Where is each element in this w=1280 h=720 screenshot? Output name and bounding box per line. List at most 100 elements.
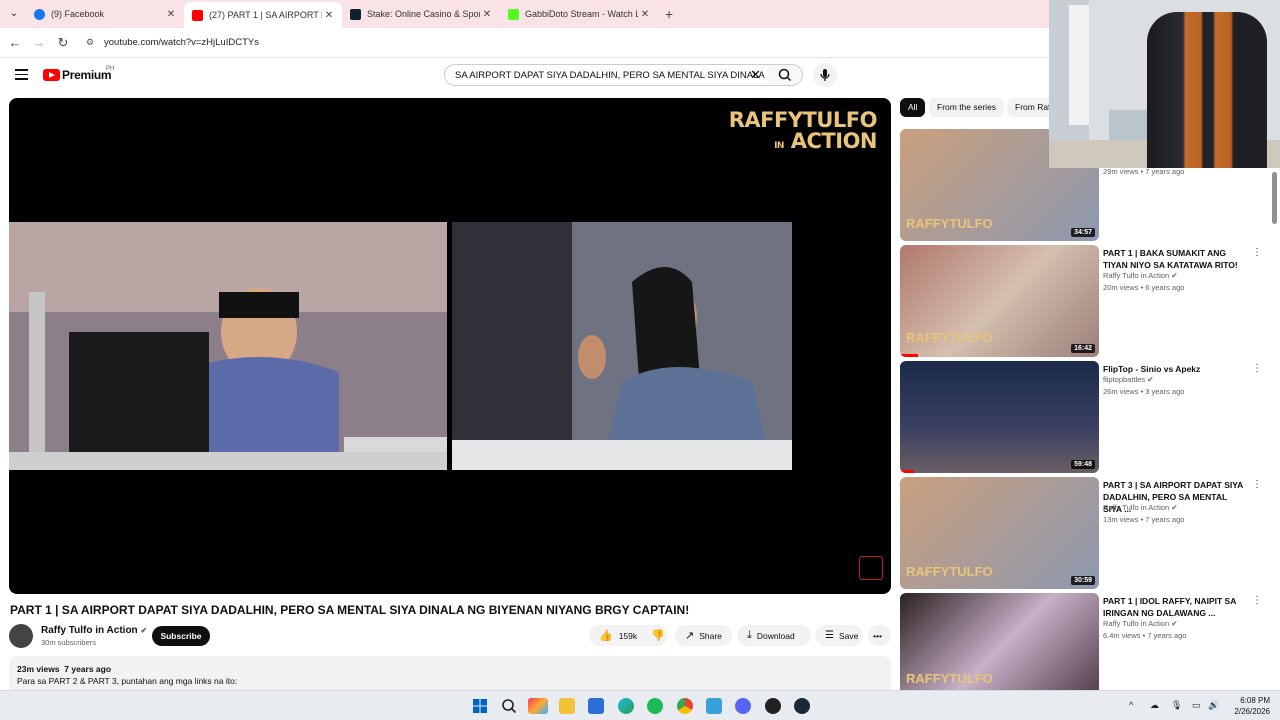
- dislike-icon[interactable]: 👎: [651, 629, 665, 642]
- rec-channel[interactable]: Raffy Tulfo in Action ✔: [1103, 619, 1178, 628]
- video-thumbnail[interactable]: RAFFYTULFO: [900, 593, 1099, 690]
- video-meta: 13m views • 7 years ago: [1103, 515, 1185, 524]
- new-tab-button[interactable]: +: [665, 6, 673, 22]
- volume-icon[interactable]: 🔊: [1208, 700, 1219, 711]
- recommendation-item[interactable]: RAFFYTULFO 16:42 PART 1 | BAKA SUMAKIT A…: [900, 245, 1265, 357]
- thumbnail-logo: RAFFYTULFO: [906, 671, 993, 686]
- share-button[interactable]: ↗ Share: [675, 625, 732, 646]
- subscriber-count: 30m subscribers: [41, 638, 97, 647]
- video-frame-host: [9, 222, 447, 470]
- network-icon[interactable]: ▭: [1192, 700, 1201, 711]
- channel-name[interactable]: Raffy Tulfo in Action ✔: [41, 625, 147, 636]
- notepad-icon[interactable]: [706, 698, 722, 714]
- tab-stake[interactable]: Stake: Online Casino & Sports B ✕: [342, 2, 500, 26]
- more-options-icon[interactable]: ⋮: [1252, 247, 1262, 258]
- spotify-icon[interactable]: [647, 698, 663, 714]
- video-thumbnail[interactable]: RAFFYTULFO 16:42: [900, 245, 1099, 357]
- share-label: Share: [699, 630, 722, 641]
- verified-icon: ✔: [1171, 271, 1178, 280]
- url-field[interactable]: youtube.com/watch?v=zHjLuIDCTYs: [104, 37, 259, 48]
- duration-badge: 59:48: [1071, 460, 1095, 469]
- rec-title[interactable]: FlipTop - Sinio vs Apekz: [1103, 363, 1248, 375]
- edge-icon[interactable]: [618, 698, 634, 714]
- recommendation-item[interactable]: RAFFYTULFO PART 1 | IDOL RAFFY, NAIPIT S…: [900, 593, 1265, 690]
- youtube-premium-logo[interactable]: Premium PH: [43, 66, 115, 82]
- video-thumbnail[interactable]: 59:48: [900, 361, 1099, 473]
- discord-icon[interactable]: [735, 698, 751, 714]
- clear-search-icon[interactable]: ✕: [750, 67, 761, 83]
- watch-progress-bar: [900, 470, 914, 473]
- country-code: PH: [106, 66, 115, 72]
- more-options-icon[interactable]: ⋮: [1252, 479, 1262, 490]
- like-count[interactable]: 159k: [619, 631, 637, 641]
- close-tab-icon[interactable]: ✕: [164, 9, 178, 20]
- save-button[interactable]: ☰ Save: [815, 625, 863, 646]
- rec-age: 7 years ago: [1145, 515, 1185, 524]
- file-explorer-icon[interactable]: [559, 698, 575, 714]
- logo-text-top: RAFFYTULFO: [728, 108, 878, 132]
- clock-date: 2/26/2026: [1234, 707, 1270, 716]
- steam-icon[interactable]: [794, 698, 810, 714]
- rec-channel[interactable]: fliptopbattles ✔: [1103, 375, 1154, 384]
- save-icon: ☰: [825, 630, 834, 641]
- search-input[interactable]: SA AIRPORT DAPAT SIYA DADALHIN, PERO SA …: [444, 64, 768, 86]
- rec-age: 7 years ago: [1147, 631, 1187, 640]
- more-options-icon[interactable]: ⋮: [1252, 595, 1262, 606]
- microphone-icon: [820, 69, 830, 81]
- tab-title: Stake: Online Casino & Sports B: [367, 9, 480, 19]
- menu-icon[interactable]: [15, 69, 28, 80]
- voice-search-button[interactable]: [813, 63, 837, 87]
- microphone-icon[interactable]: 🎙: [1171, 700, 1182, 711]
- recommendation-item[interactable]: 59:48 FlipTop - Sinio vs Apekz fliptopba…: [900, 361, 1265, 473]
- copilot-icon[interactable]: [528, 698, 548, 714]
- more-actions-button[interactable]: •••: [868, 625, 891, 646]
- back-button[interactable]: ←: [7, 35, 23, 51]
- recommendation-item[interactable]: RAFFYTULFO 30:59 PART 3 | SA AIRPORT DAP…: [900, 477, 1265, 589]
- subscribe-button[interactable]: Subscribe: [152, 626, 210, 646]
- rec-title[interactable]: PART 1 | BAKA SUMAKIT ANG TIYAN NIYO SA …: [1103, 247, 1248, 271]
- rec-views: 26m views: [1103, 387, 1139, 396]
- reload-button[interactable]: ↻: [55, 35, 71, 51]
- store-icon[interactable]: [588, 698, 604, 714]
- facebook-icon: [34, 8, 45, 20]
- like-dislike-group: 👍 159k 👎: [589, 625, 667, 646]
- download-button[interactable]: ⤓ Download: [737, 625, 811, 646]
- more-options-icon[interactable]: ⋮: [1252, 363, 1262, 374]
- site-info-icon[interactable]: ⚙: [86, 37, 94, 48]
- view-count: 23m views: [17, 664, 60, 674]
- close-tab-icon[interactable]: ✕: [480, 9, 494, 20]
- page-scrollbar[interactable]: [1270, 168, 1280, 690]
- app-icon[interactable]: [765, 698, 781, 714]
- channel-avatar[interactable]: [9, 624, 33, 648]
- brand-text: Premium: [62, 68, 112, 82]
- like-icon[interactable]: 👍: [599, 629, 613, 642]
- close-tab-icon[interactable]: ✕: [638, 9, 652, 20]
- stake-icon: [350, 8, 361, 20]
- search-icon[interactable]: [501, 698, 517, 714]
- tab-gabbidoto[interactable]: GabbiDoto Stream - Watch Live ✕: [500, 2, 658, 26]
- rec-channel[interactable]: Raffy Tulfo in Action ✔: [1103, 271, 1178, 280]
- chip-from-series[interactable]: From the series: [929, 98, 1005, 117]
- tab-facebook[interactable]: (9) Facebook ✕: [26, 2, 184, 26]
- rec-age: 3 years ago: [1145, 387, 1185, 396]
- start-icon[interactable]: [472, 698, 488, 714]
- chrome-icon[interactable]: [677, 698, 693, 714]
- channel-watermark-icon[interactable]: [859, 556, 883, 580]
- forward-button[interactable]: →: [31, 35, 47, 51]
- video-player[interactable]: RAFFYTULFO IN ACTION: [9, 98, 891, 594]
- system-clock[interactable]: 6:08 PM 2/26/2026: [1226, 695, 1270, 717]
- tab-search-menu-icon[interactable]: ⌄: [6, 6, 22, 22]
- cloud-icon[interactable]: ☁: [1150, 700, 1159, 711]
- rec-title[interactable]: PART 1 | IDOL RAFFY, NAIPIT SA IRINGAN N…: [1103, 595, 1248, 619]
- rec-channel[interactable]: Raffy Tulfo in Action ✔: [1103, 503, 1178, 512]
- scrollbar-thumb[interactable]: [1272, 172, 1277, 224]
- tab-youtube[interactable]: (27) PART 1 | SA AIRPORT DAPA ✕: [184, 2, 342, 28]
- chip-all[interactable]: All: [900, 98, 926, 117]
- search-button[interactable]: [767, 64, 803, 86]
- show-hidden-icons[interactable]: ^: [1129, 700, 1133, 710]
- gaming-chair: [1147, 12, 1267, 168]
- more-icon: •••: [873, 630, 882, 641]
- close-tab-icon[interactable]: ✕: [322, 10, 336, 21]
- verified-icon: ✔: [1171, 503, 1178, 512]
- video-thumbnail[interactable]: RAFFYTULFO 30:59: [900, 477, 1099, 589]
